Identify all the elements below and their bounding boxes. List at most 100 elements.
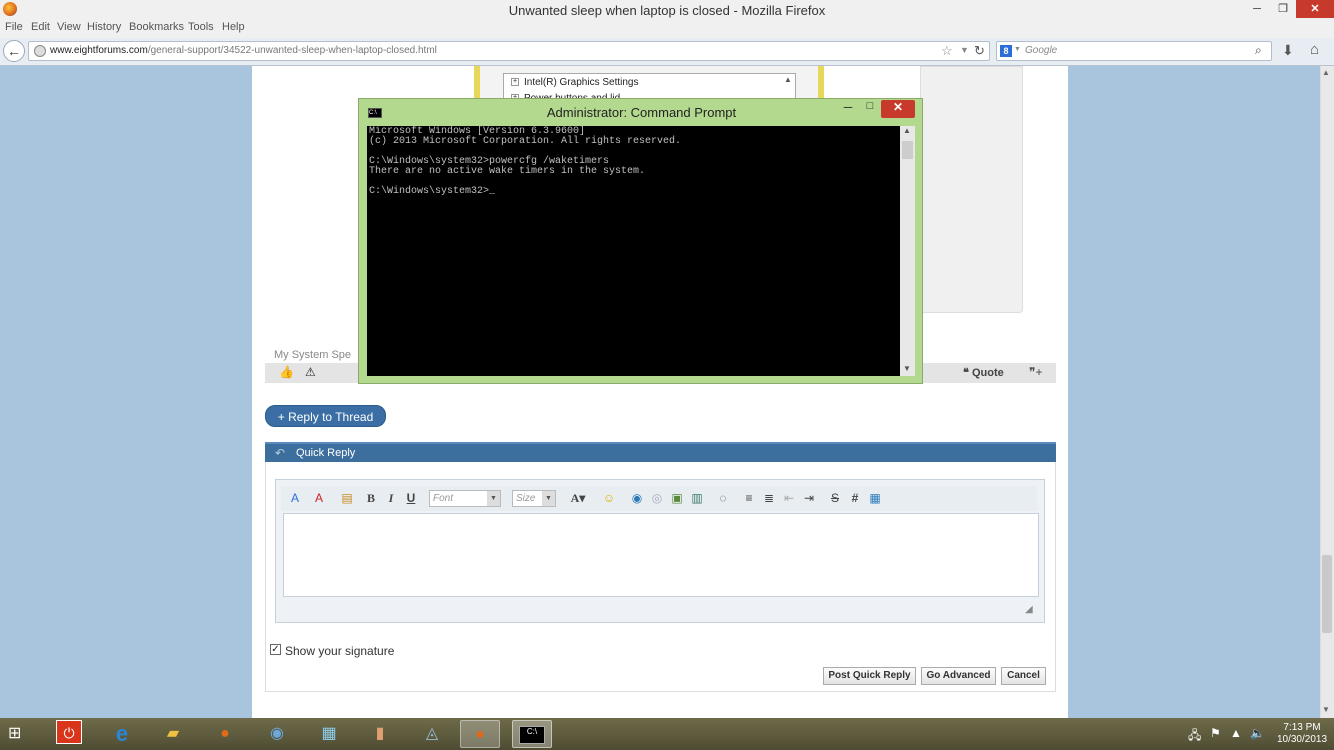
menu-edit[interactable]: Edit — [31, 21, 50, 33]
hash-icon[interactable]: # — [846, 490, 864, 507]
quick-reply-header: ↶ Quick Reply — [265, 442, 1056, 462]
resize-handle-icon[interactable]: ◢ — [1025, 604, 1033, 615]
image-icon[interactable]: ▣ — [668, 490, 686, 507]
scroll-down-icon[interactable]: ▼ — [1322, 705, 1330, 714]
download-icon[interactable]: ⬇ — [1282, 42, 1294, 59]
smiley-icon[interactable]: ☺ — [600, 490, 618, 507]
firefox-active-taskbar-icon[interactable]: ● — [460, 720, 500, 748]
clock[interactable]: 7:13 PM 10/30/2013 — [1272, 722, 1332, 746]
paste-icon[interactable]: ▤ — [338, 490, 356, 507]
unordered-list-icon[interactable]: ≣ — [760, 490, 778, 507]
font-color-icon[interactable]: A — [286, 490, 304, 507]
editor: A A ▤ B I U Font ▼ Size ▼ A▾ ☺ ◉ ◎ ▣ ▥ ◌ ≡… — [275, 479, 1045, 623]
menu-tools[interactable]: Tools — [188, 21, 214, 33]
message-textarea[interactable] — [283, 513, 1039, 597]
url-bar[interactable]: www.eightforums.com/general-support/3452… — [28, 41, 990, 61]
url-text[interactable]: www.eightforums.com/general-support/3452… — [50, 45, 437, 56]
bookmark-star-icon[interactable]: ☆ — [941, 43, 953, 59]
wifi-tray-icon[interactable]: ▲ — [1230, 726, 1242, 740]
quote-icon[interactable]: ◌ — [714, 490, 732, 507]
scroll-down-icon[interactable]: ▼ — [903, 364, 911, 373]
scroll-up-icon[interactable]: ▲ — [1322, 68, 1330, 77]
search-input[interactable]: Google — [1025, 45, 1057, 56]
back-button[interactable]: ← — [3, 40, 25, 62]
thunderbird-icon[interactable]: ◉ — [257, 720, 297, 748]
thumbs-up-icon[interactable]: 👍 — [279, 365, 294, 379]
reply-arrow-icon: ↶ — [275, 446, 286, 460]
font-select[interactable]: Font ▼ — [429, 490, 501, 507]
chevron-down-icon: ▼ — [542, 491, 555, 506]
search-engine-dropdown-icon[interactable]: ▼ — [1014, 46, 1021, 53]
volume-tray-icon[interactable]: 🔈 — [1250, 726, 1265, 740]
outdent-icon[interactable]: ⇤ — [780, 490, 798, 507]
attachment-icon[interactable]: ▦ — [866, 490, 884, 507]
cmd-maximize-button[interactable]: □ — [859, 100, 881, 118]
unlink-icon[interactable]: ◎ — [648, 490, 666, 507]
search-icon[interactable]: ⌕ — [1255, 43, 1262, 58]
control-panel-icon[interactable]: ▦ — [309, 720, 349, 748]
menu-file[interactable]: File — [5, 21, 23, 33]
bold-icon[interactable]: B — [362, 490, 380, 507]
cmd-taskbar-icon[interactable]: C:\ — [512, 720, 552, 748]
remove-format-icon[interactable]: A — [310, 490, 328, 507]
search-engine-icon[interactable]: 8 — [1000, 45, 1012, 57]
link-icon[interactable]: ◉ — [628, 490, 646, 507]
cmd-close-button[interactable]: ✕ — [881, 100, 915, 118]
internet-explorer-icon[interactable]: e — [102, 720, 142, 748]
menu-bookmarks[interactable]: Bookmarks — [129, 21, 184, 33]
shutdown-app-icon[interactable]: ⏻ — [49, 720, 89, 748]
scroll-up-icon[interactable]: ▲ — [903, 126, 911, 135]
italic-icon[interactable]: I — [382, 490, 400, 507]
restore-button[interactable]: ❐ — [1270, 0, 1296, 18]
reply-to-thread-button[interactable]: + Reply to Thread — [265, 405, 386, 427]
window-titlebar: Unwanted sleep when laptop is closed - M… — [0, 0, 1334, 20]
menu-bar: File Edit View History Bookmarks Tools H… — [0, 20, 1334, 38]
quote-button[interactable]: ❝ Quote — [963, 366, 1004, 379]
ordered-list-icon[interactable]: ≡ — [740, 490, 758, 507]
cmd-minimize-button[interactable]: ─ — [837, 100, 859, 118]
reload-icon[interactable]: ↻ — [974, 43, 985, 59]
file-explorer-icon[interactable]: ▰ — [153, 720, 193, 748]
quote-icon: ❝ — [963, 367, 972, 379]
network-tray-icon[interactable]: 🖧 — [1188, 726, 1201, 747]
warning-icon[interactable]: ⚠ — [305, 365, 316, 379]
show-signature-checkbox[interactable]: ✓ — [270, 644, 281, 655]
quick-reply-title: Quick Reply — [296, 447, 356, 459]
flag-tray-icon[interactable]: ⚑ — [1210, 726, 1221, 740]
go-advanced-button[interactable]: Go Advanced — [921, 667, 996, 685]
close-button[interactable]: ✕ — [1296, 0, 1334, 18]
cmd-scrollbar[interactable]: ▲ ▼ — [900, 126, 915, 376]
monitor-app-icon[interactable]: ◬ — [412, 720, 452, 748]
indent-icon[interactable]: ⇥ — [800, 490, 818, 507]
multi-quote-icon[interactable]: ❞+ — [1029, 365, 1042, 379]
scroll-thumb[interactable] — [1322, 555, 1332, 633]
chevron-down-icon[interactable]: ▼ — [960, 45, 969, 55]
url-path: /general-support/34522-unwanted-sleep-wh… — [147, 45, 437, 56]
cancel-button[interactable]: Cancel — [1001, 667, 1046, 685]
post-image-panel — [920, 66, 1023, 313]
command-prompt-window[interactable]: C:\ Administrator: Command Prompt ─ □ ✕ … — [358, 98, 923, 384]
size-select[interactable]: Size ▼ — [512, 490, 556, 507]
taskbar: ⊞ ⏻ e ▰ ● ◉ ▦ ▮ ◬ ● C:\ 🖧 ⚑ ▲ 🔈 7:13 PM 1… — [0, 718, 1334, 750]
text-color-icon[interactable]: A▾ — [566, 490, 590, 507]
windows-start-icon[interactable]: ⊞ — [8, 724, 28, 744]
menu-help[interactable]: Help — [222, 21, 245, 33]
home-icon[interactable]: ⌂ — [1310, 41, 1319, 58]
clock-date: 10/30/2013 — [1276, 734, 1328, 745]
search-bar[interactable]: 8 ▼ Google ⌕ — [996, 41, 1272, 61]
strikethrough-icon[interactable]: S — [826, 490, 844, 507]
chevron-down-icon: ▼ — [487, 491, 500, 506]
cmd-console[interactable]: Microsoft Windows [Version 6.3.9600] (c) … — [367, 126, 900, 376]
cmd-scroll-thumb[interactable] — [902, 141, 913, 159]
utility-app-icon[interactable]: ▮ — [360, 720, 400, 748]
menu-view[interactable]: View — [57, 21, 81, 33]
firefox-taskbar-icon[interactable]: ● — [205, 720, 245, 748]
minimize-button[interactable]: ─ — [1244, 0, 1270, 18]
my-system-specs-link[interactable]: My System Spe — [274, 349, 351, 361]
editor-toolbar: A A ▤ B I U Font ▼ Size ▼ A▾ ☺ ◉ ◎ ▣ ▥ ◌ ≡… — [281, 486, 1037, 511]
menu-history[interactable]: History — [87, 21, 121, 33]
video-icon[interactable]: ▥ — [688, 490, 706, 507]
underline-icon[interactable]: U — [402, 490, 420, 507]
post-quick-reply-button[interactable]: Post Quick Reply — [823, 667, 916, 685]
window-title: Unwanted sleep when laptop is closed - M… — [508, 3, 826, 18]
